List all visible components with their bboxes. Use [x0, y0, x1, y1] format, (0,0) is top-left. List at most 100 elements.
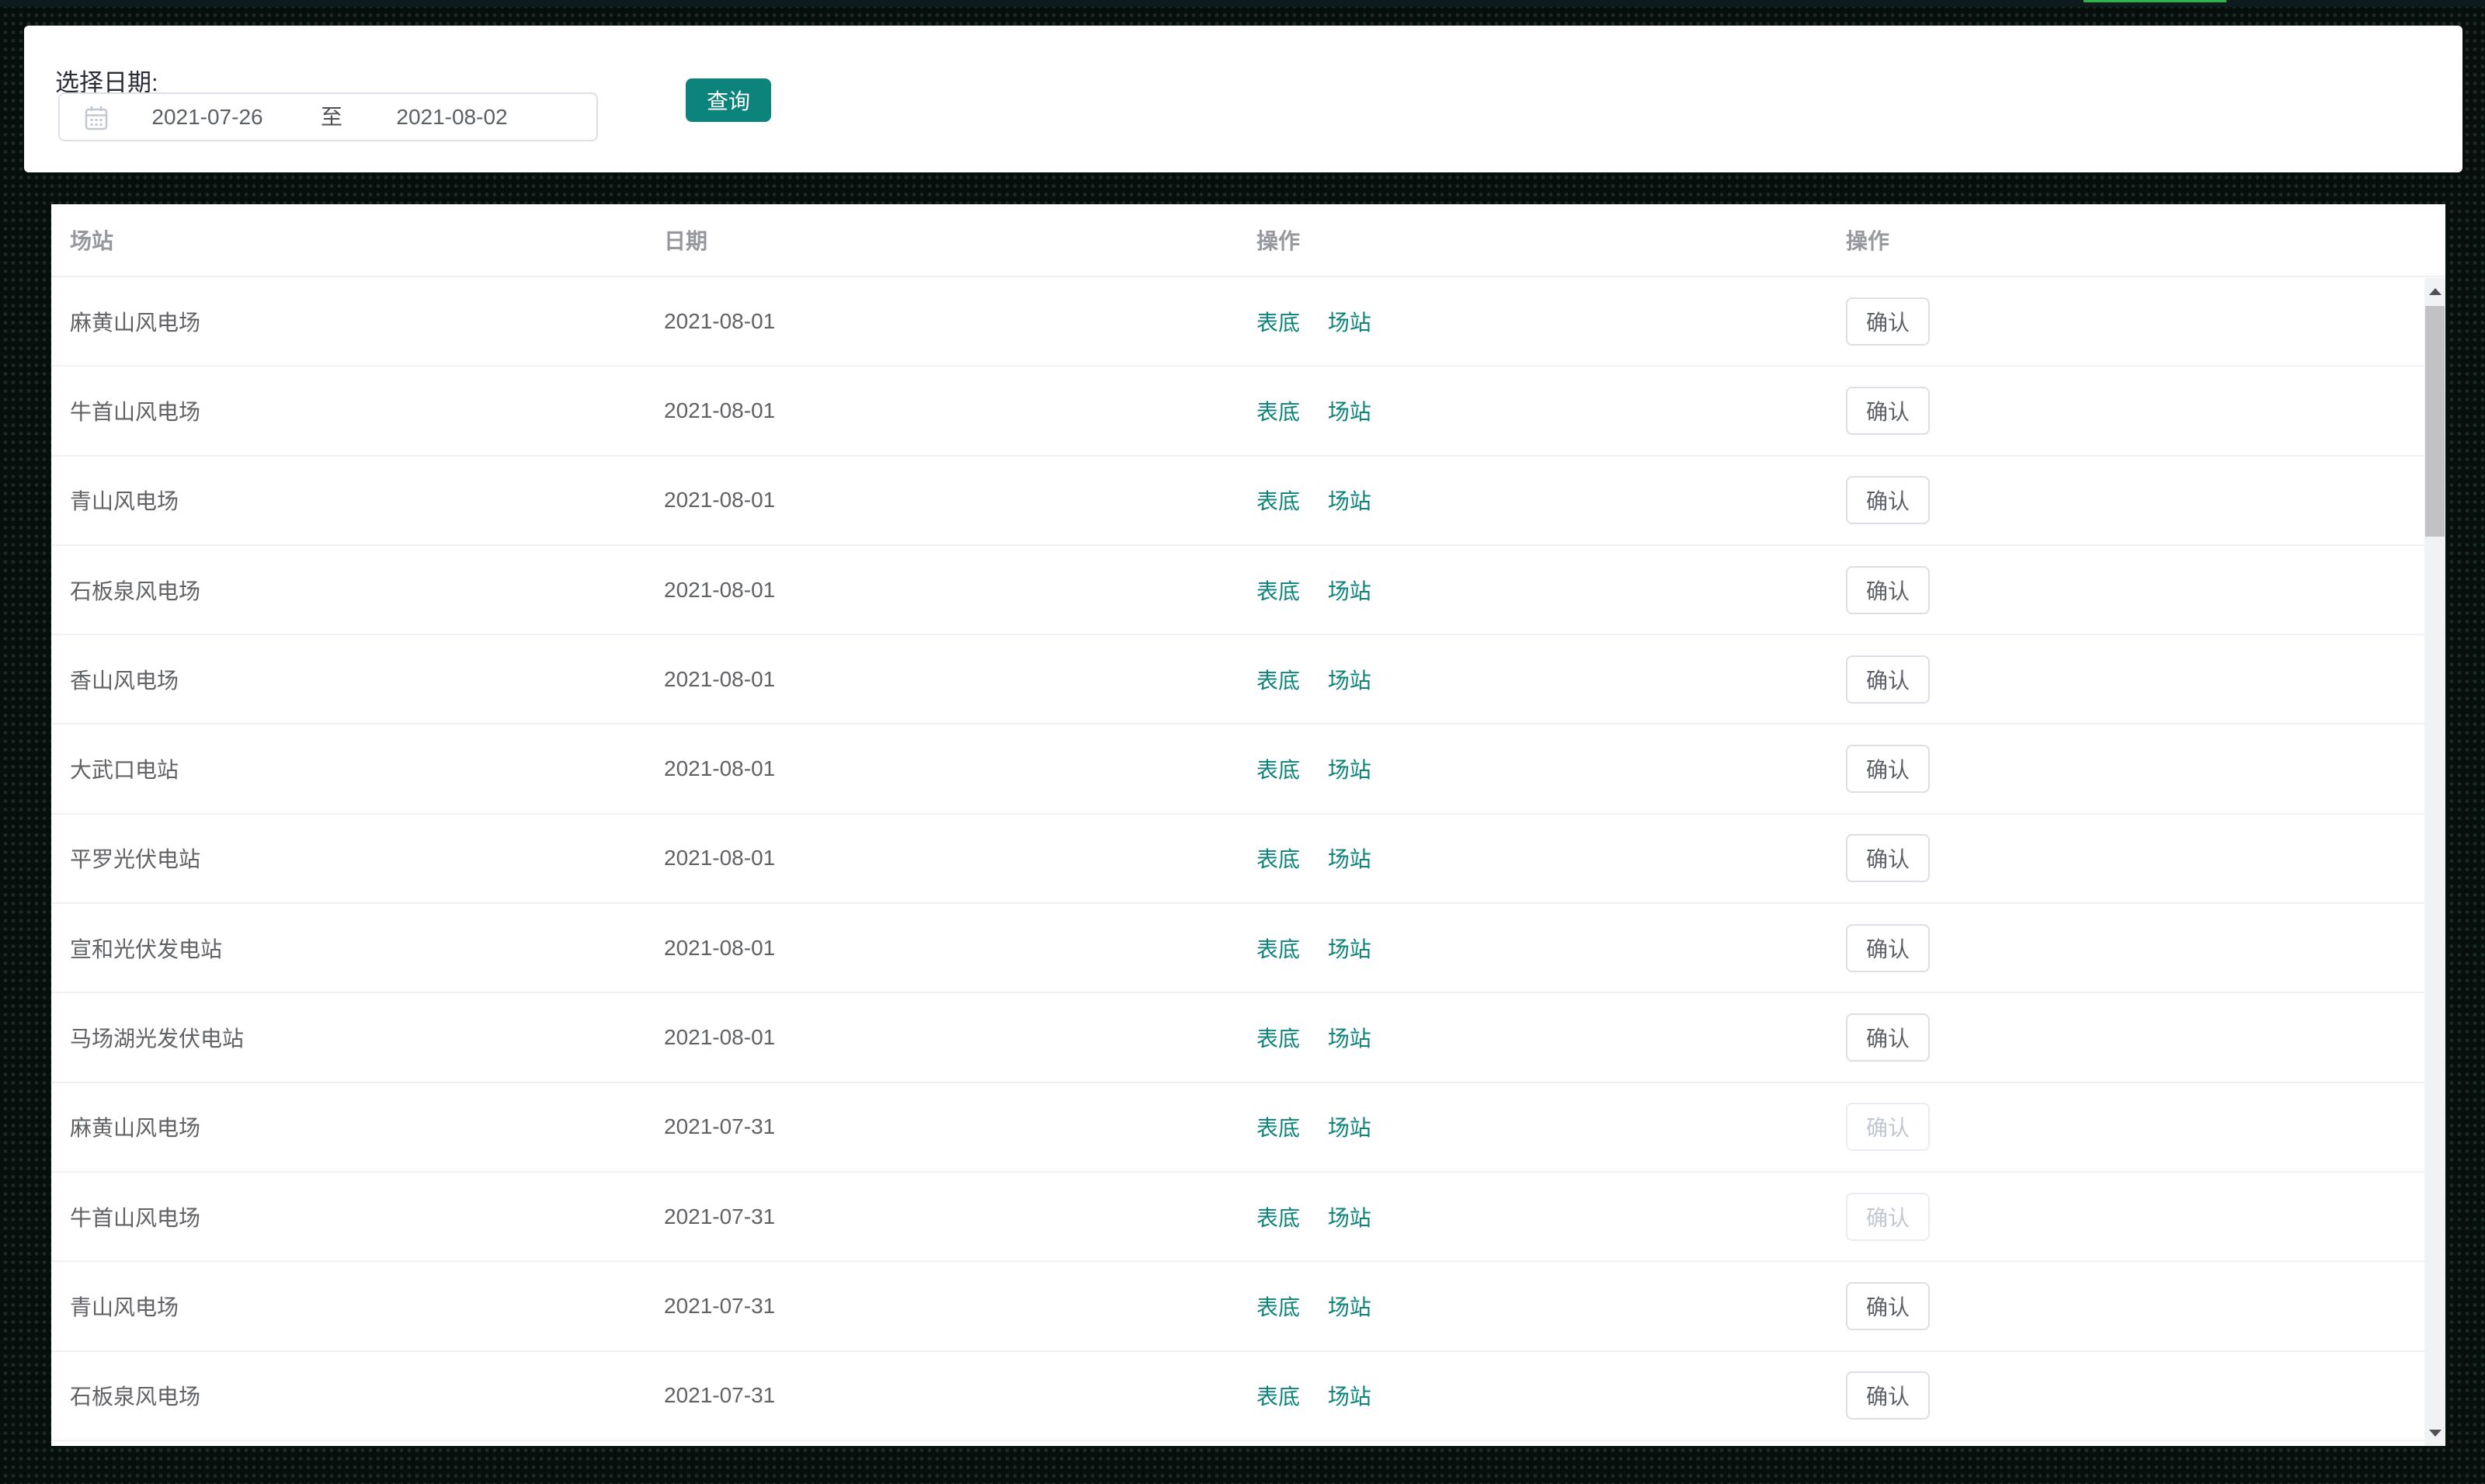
- confirm-button[interactable]: 确认: [1846, 1192, 1930, 1241]
- scroll-up-button[interactable]: [2424, 278, 2445, 304]
- triangle-down-icon: [2428, 1429, 2442, 1437]
- scroll-down-button[interactable]: [2424, 1420, 2445, 1446]
- date-range-input[interactable]: 2021-07-26 至 2021-08-02: [58, 92, 598, 141]
- date-start-value[interactable]: 2021-07-26: [106, 94, 308, 140]
- cell-date: 2021-07-31: [664, 1293, 776, 1318]
- cell-operation-links: 表底 场站: [1238, 306, 1827, 337]
- cell-operation-confirm: 确认: [1827, 565, 2445, 614]
- link-station[interactable]: 场站: [1328, 489, 1371, 513]
- confirm-button[interactable]: 确认: [1846, 923, 1930, 972]
- cell-station: 香山风电场: [70, 668, 179, 693]
- cell-operation-confirm: 确认: [1827, 834, 2445, 883]
- table-row: 石板泉风电场 2021-07-31 表底 场站 确认: [51, 1352, 2445, 1441]
- link-table-bottom[interactable]: 表底: [1256, 847, 1300, 871]
- confirm-button[interactable]: 确认: [1846, 1103, 1930, 1152]
- cell-operation-links: 表底 场站: [1238, 1022, 1827, 1053]
- calendar-icon: [85, 106, 108, 130]
- table-row: 青山风电场 2021-08-01 表底 场站 确认: [51, 457, 2445, 546]
- cell-station: 石板泉风电场: [70, 1385, 201, 1409]
- cell-station: 麻黄山风电场: [70, 1116, 201, 1141]
- confirm-button[interactable]: 确认: [1846, 1371, 1930, 1420]
- link-table-bottom[interactable]: 表底: [1256, 1295, 1300, 1319]
- cell-station: 牛首山风电场: [70, 1205, 201, 1230]
- confirm-button[interactable]: 确认: [1846, 297, 1930, 346]
- cell-station: 马场湖光发伏电站: [70, 1027, 245, 1051]
- date-filter-panel: 选择日期: 2021-07-26 至 2021-08-02 查询: [24, 26, 2462, 172]
- cell-operation-links: 表底 场站: [1238, 575, 1827, 606]
- cell-operation-confirm: 确认: [1827, 655, 2445, 704]
- cell-operation-links: 表底 场站: [1238, 1201, 1827, 1232]
- link-station[interactable]: 场站: [1328, 758, 1371, 782]
- confirm-button[interactable]: 确认: [1846, 834, 1930, 883]
- link-station[interactable]: 场站: [1328, 1116, 1371, 1140]
- link-station[interactable]: 场站: [1328, 847, 1371, 871]
- header-operation-confirm: 操作: [1846, 229, 1890, 253]
- date-range-separator: 至: [320, 105, 342, 129]
- cell-operation-confirm: 确认: [1827, 1013, 2445, 1062]
- cell-operation-links: 表底 场站: [1238, 485, 1827, 516]
- link-station[interactable]: 场站: [1328, 579, 1371, 603]
- cell-date: 2021-07-31: [664, 1114, 776, 1139]
- link-station[interactable]: 场站: [1328, 1206, 1371, 1230]
- cell-date: 2021-07-31: [664, 1383, 776, 1408]
- cell-station: 石板泉风电场: [70, 579, 201, 603]
- cell-date: 2021-07-31: [664, 1204, 776, 1229]
- confirm-button[interactable]: 确认: [1846, 476, 1930, 525]
- cell-operation-links: 表底 场站: [1238, 843, 1827, 874]
- link-table-bottom[interactable]: 表底: [1256, 1385, 1300, 1409]
- confirm-button[interactable]: 确认: [1846, 655, 1930, 704]
- cell-date: 2021-08-01: [664, 1025, 776, 1050]
- cell-operation-links: 表底 场站: [1238, 1111, 1827, 1142]
- link-station[interactable]: 场站: [1328, 400, 1371, 424]
- link-table-bottom[interactable]: 表底: [1256, 1116, 1300, 1140]
- table-body: 麻黄山风电场 2021-08-01 表底 场站 确认 牛首山风电场 2021-0…: [51, 277, 2445, 1441]
- cell-operation-confirm: 确认: [1827, 1281, 2445, 1330]
- scrollbar-thumb[interactable]: [2425, 306, 2445, 537]
- cell-operation-confirm: 确认: [1827, 386, 2445, 435]
- header-operation-links: 操作: [1256, 229, 1301, 253]
- link-station[interactable]: 场站: [1328, 937, 1371, 961]
- cell-operation-confirm: 确认: [1827, 297, 2445, 346]
- link-table-bottom[interactable]: 表底: [1256, 400, 1300, 424]
- link-table-bottom[interactable]: 表底: [1256, 311, 1300, 335]
- link-table-bottom[interactable]: 表底: [1256, 1027, 1300, 1051]
- header-station: 场站: [70, 229, 114, 253]
- cell-station: 大武口电站: [70, 758, 179, 783]
- link-table-bottom[interactable]: 表底: [1256, 1206, 1300, 1230]
- stations-table: 场站 日期 操作 操作 麻黄山风电场 2021-08-01 表底 场站 确认 牛…: [51, 204, 2445, 1446]
- cell-station: 平罗光伏电站: [70, 847, 201, 872]
- cell-date: 2021-08-01: [664, 846, 776, 871]
- table-row: 香山风电场 2021-08-01 表底 场站 确认: [51, 635, 2445, 725]
- confirm-button[interactable]: 确认: [1846, 1013, 1930, 1062]
- link-table-bottom[interactable]: 表底: [1256, 669, 1300, 693]
- cell-operation-links: 表底 场站: [1238, 933, 1827, 964]
- link-station[interactable]: 场站: [1328, 1295, 1371, 1319]
- query-button[interactable]: 查询: [686, 78, 771, 122]
- cell-station: 宣和光伏发电站: [70, 937, 223, 961]
- confirm-button[interactable]: 确认: [1846, 565, 1930, 614]
- date-end-value[interactable]: 2021-08-02: [351, 94, 553, 140]
- cell-operation-confirm: 确认: [1827, 923, 2445, 972]
- link-station[interactable]: 场站: [1328, 311, 1371, 335]
- cell-operation-confirm: 确认: [1827, 1103, 2445, 1152]
- link-table-bottom[interactable]: 表底: [1256, 937, 1300, 961]
- table-row: 青山风电场 2021-07-31 表底 场站 确认: [51, 1262, 2445, 1352]
- confirm-button[interactable]: 确认: [1846, 386, 1930, 435]
- confirm-button[interactable]: 确认: [1846, 745, 1930, 794]
- link-station[interactable]: 场站: [1328, 669, 1371, 693]
- table-scrollbar[interactable]: [2424, 278, 2445, 1446]
- link-station[interactable]: 场站: [1328, 1027, 1371, 1051]
- table-row: 宣和光伏发电站 2021-08-01 表底 场站 确认: [51, 904, 2445, 994]
- link-table-bottom[interactable]: 表底: [1256, 489, 1300, 513]
- link-table-bottom[interactable]: 表底: [1256, 579, 1300, 603]
- cell-date: 2021-08-01: [664, 398, 776, 422]
- link-station[interactable]: 场站: [1328, 1385, 1371, 1409]
- confirm-button[interactable]: 确认: [1846, 1281, 1930, 1330]
- table-row: 马场湖光发伏电站 2021-08-01 表底 场站 确认: [51, 993, 2445, 1083]
- cell-date: 2021-08-01: [664, 488, 776, 513]
- table-row: 麻黄山风电场 2021-07-31 表底 场站 确认: [51, 1083, 2445, 1173]
- table-header-row: 场站 日期 操作 操作: [51, 204, 2445, 277]
- cell-station: 青山风电场: [70, 1295, 179, 1319]
- link-table-bottom[interactable]: 表底: [1256, 758, 1300, 782]
- app-background: { "colors": { "accent_teal": "#0c837b", …: [0, 0, 2485, 1484]
